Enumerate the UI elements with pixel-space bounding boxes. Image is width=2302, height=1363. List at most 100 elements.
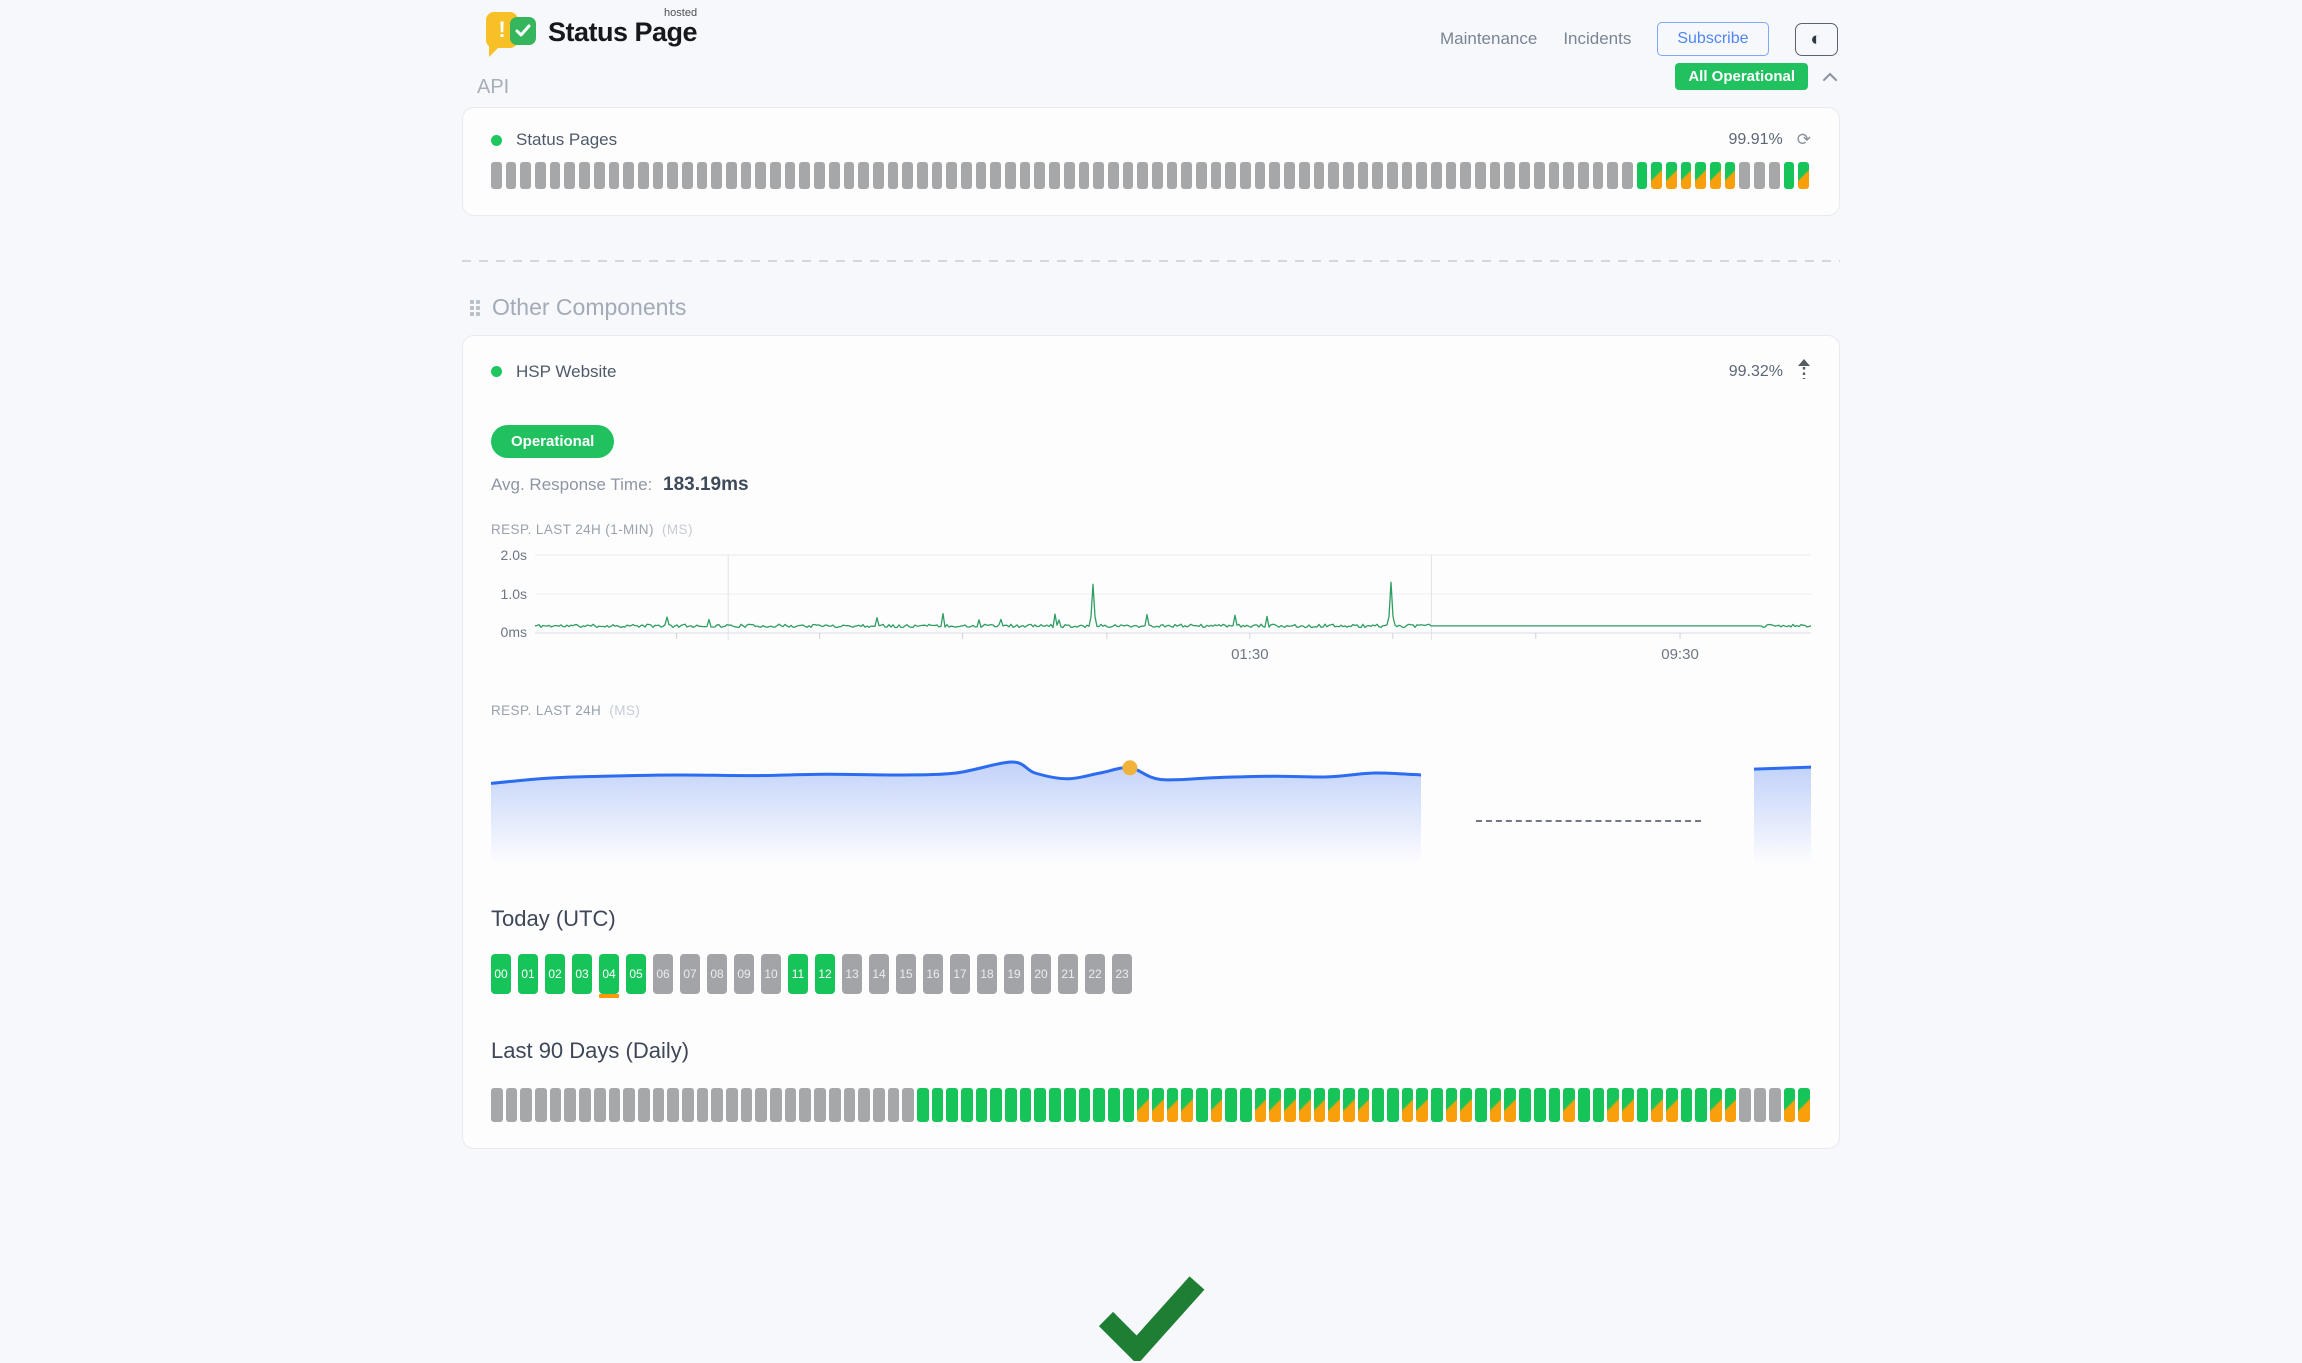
uptime-bar: [520, 162, 531, 189]
day-uptime-box: [946, 1088, 958, 1122]
uptime-bar: [1108, 162, 1119, 189]
uptime-bar: [1593, 162, 1604, 189]
day-uptime-box: [1225, 1088, 1237, 1122]
chevron-up-icon[interactable]: [1822, 72, 1838, 82]
uptime-bar: [1225, 162, 1236, 189]
uptime-bar: [946, 162, 957, 189]
uptime-bar: [594, 162, 605, 189]
uptime-percentage: 99.91%: [1728, 131, 1782, 149]
svg-text:01:30: 01:30: [1231, 646, 1269, 663]
day-uptime-box: [1798, 1088, 1810, 1122]
day-uptime-box: [1372, 1088, 1384, 1122]
day-uptime-box: [1607, 1088, 1619, 1122]
day-uptime-box: [1284, 1088, 1296, 1122]
day-uptime-box: [1446, 1088, 1458, 1122]
uptime-bar: [1372, 162, 1383, 189]
day-uptime-box: [638, 1088, 650, 1122]
check-bubble-icon: [510, 17, 536, 45]
uptime-bar: [1328, 162, 1339, 189]
uptime-bar: [932, 162, 943, 189]
theme-toggle-button[interactable]: ◐: [1795, 23, 1838, 56]
uptime-bar: [1314, 162, 1325, 189]
day-uptime-box: [550, 1088, 562, 1122]
uptime-bar: [1255, 162, 1266, 189]
day-uptime-box: [1534, 1088, 1546, 1122]
component-name: HSP Website: [516, 362, 616, 382]
header-nav: Maintenance Incidents Subscribe ◐ All Op…: [1440, 10, 1838, 90]
uptime-bar: [902, 162, 913, 189]
uptime-bar: [1475, 162, 1486, 189]
uptime-bar: [1137, 162, 1148, 189]
uptime-bar: [1269, 162, 1280, 189]
all-operational-badge[interactable]: All Operational: [1675, 63, 1808, 90]
api-section-card: Status Pages 99.91% ⟳: [462, 107, 1840, 216]
day-uptime-box: [888, 1088, 900, 1122]
uptime-bar: [755, 162, 766, 189]
refresh-icon[interactable]: ⟳: [1797, 130, 1811, 150]
uptime-bar: [1020, 162, 1031, 189]
uptime-bar: [1005, 162, 1016, 189]
uptime-percentage: 99.32%: [1729, 363, 1783, 381]
dashed-divider: [462, 260, 1840, 262]
uptime-bar: [1402, 162, 1413, 189]
y-tick-1s: 1.0s: [501, 586, 527, 602]
operational-status-badge: Operational: [491, 425, 614, 458]
brand-superscript: hosted: [664, 7, 697, 19]
day-uptime-box: [1519, 1088, 1531, 1122]
day-uptime-box: [1475, 1088, 1487, 1122]
response-time-area-chart: [491, 728, 1811, 880]
uptime-bar: [1549, 162, 1560, 189]
day-uptime-box: [799, 1088, 811, 1122]
hour-box: 10: [761, 954, 781, 994]
day-uptime-box: [1593, 1088, 1605, 1122]
uptime-bar: [550, 162, 561, 189]
response-time-line-chart: 2.0s 1.0s 0ms 01:3009:30: [491, 551, 1811, 669]
day-uptime-box: [1196, 1088, 1208, 1122]
nav-incidents[interactable]: Incidents: [1563, 29, 1631, 49]
day-uptime-box: [1328, 1088, 1340, 1122]
uptime-bar: [1299, 162, 1310, 189]
uptime-bar: [1446, 162, 1457, 189]
day-uptime-box: [917, 1088, 929, 1122]
hour-box: 20: [1031, 954, 1051, 994]
day-uptime-box: [697, 1088, 709, 1122]
contrast-icon: ◐: [1811, 29, 1822, 50]
day-uptime-box: [902, 1088, 914, 1122]
uptime-bar: [1211, 162, 1222, 189]
day-uptime-box: [990, 1088, 1002, 1122]
day-uptime-box: [1695, 1088, 1707, 1122]
uptime-bar: [1798, 162, 1809, 189]
day-uptime-box: [1358, 1088, 1370, 1122]
uptime-bar: [1093, 162, 1104, 189]
nav-maintenance[interactable]: Maintenance: [1440, 29, 1537, 49]
subscribe-button[interactable]: Subscribe: [1657, 22, 1768, 56]
chart2-unit: (MS): [609, 703, 640, 718]
day-uptime-box: [726, 1088, 738, 1122]
uptime-bar: [1651, 162, 1662, 189]
status-dot-icon: [491, 135, 502, 146]
uptime-bar: [1534, 162, 1545, 189]
day-uptime-box: [667, 1088, 679, 1122]
uptime-bar: [1181, 162, 1192, 189]
uptime-bar: [1064, 162, 1075, 189]
day-uptime-box: [858, 1088, 870, 1122]
no-incidents-section: No recent incidents To view all past inc…: [462, 1269, 1840, 1363]
area-chart-tail-svg: [1754, 728, 1811, 878]
uptime-bar: [1416, 162, 1427, 189]
day-uptime-box: [1314, 1088, 1326, 1122]
grid-icon: [470, 300, 480, 316]
hour-box: 16: [923, 954, 943, 994]
day-uptime-box: [1725, 1088, 1737, 1122]
hour-box: 21: [1058, 954, 1078, 994]
uptime-bar: [1637, 162, 1648, 189]
hour-box: 08: [707, 954, 727, 994]
day-uptime-box: [1005, 1088, 1017, 1122]
brand: ! Status Page hosted: [486, 10, 697, 54]
day-uptime-box: [961, 1088, 973, 1122]
uptime-bar: [1152, 162, 1163, 189]
uptime-bar: [1769, 162, 1780, 189]
svg-text:09:30: 09:30: [1661, 646, 1699, 663]
uptime-bar: [873, 162, 884, 189]
brand-name: Status Page hosted: [548, 17, 697, 48]
day-uptime-box: [1167, 1088, 1179, 1122]
